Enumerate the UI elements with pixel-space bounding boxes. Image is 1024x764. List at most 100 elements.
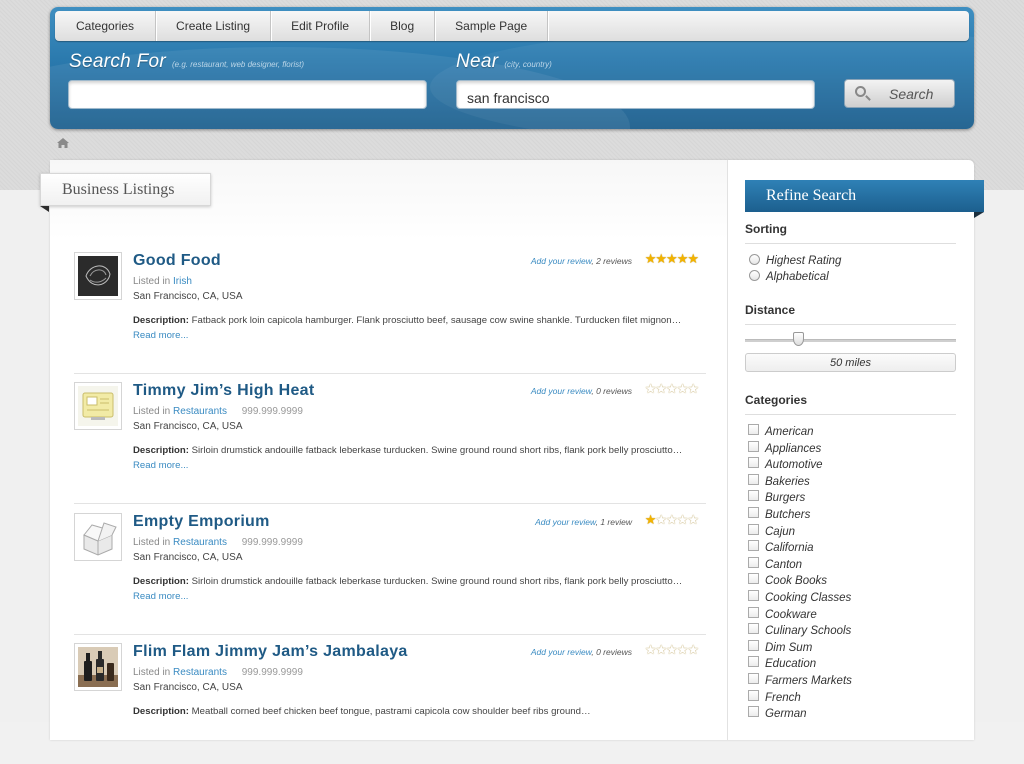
category-label: Burgers xyxy=(765,492,806,505)
listing-thumbnail[interactable] xyxy=(74,513,122,561)
star-empty-icon[interactable]: ★ xyxy=(687,381,699,396)
category-label: Butchers xyxy=(765,509,811,521)
category-option[interactable]: Appliances xyxy=(748,440,821,457)
star-empty-icon[interactable]: ★ xyxy=(687,512,699,527)
category-checkbox[interactable] xyxy=(748,623,759,635)
star-empty-icon[interactable]: ★ xyxy=(655,381,667,396)
category-option[interactable]: Bakeries xyxy=(748,473,810,490)
nav-item-categories[interactable]: Categories xyxy=(55,11,157,41)
sidebar-heading-fold xyxy=(974,212,984,218)
category-checkbox[interactable] xyxy=(748,457,759,469)
category-option[interactable]: Farmers Markets xyxy=(748,673,852,689)
nav-item-blog[interactable]: Blog xyxy=(370,11,436,41)
star-empty-icon[interactable]: ★ xyxy=(655,512,667,527)
category-checkbox[interactable] xyxy=(748,606,759,618)
star-empty-icon[interactable]: ★ xyxy=(655,642,667,657)
listing-category-link[interactable]: Restaurants xyxy=(173,406,227,417)
category-checkbox[interactable] xyxy=(748,507,759,518)
star-empty-icon[interactable]: ★ xyxy=(666,512,678,527)
search-button[interactable]: Search xyxy=(844,79,955,108)
distance-slider-track[interactable] xyxy=(745,339,956,342)
category-option[interactable]: California xyxy=(748,540,814,556)
category-option[interactable]: Burgers xyxy=(748,490,805,506)
category-option[interactable]: Education xyxy=(748,656,816,672)
category-checkbox[interactable] xyxy=(748,673,759,684)
listing-category-link[interactable]: Restaurants xyxy=(173,667,227,678)
category-option[interactable]: Culinary Schools xyxy=(748,623,851,639)
sort-option-highest-rating[interactable]: Highest Rating xyxy=(749,254,841,267)
listing-category-line: Listed in Restaurants 999.999.9999 xyxy=(133,406,303,417)
star-empty-icon[interactable]: ★ xyxy=(645,642,657,657)
listing-title[interactable]: Flim Flam Jimmy Jam’s Jambalaya xyxy=(133,643,408,661)
category-checkbox[interactable] xyxy=(748,473,759,485)
listing-category-link[interactable]: Irish xyxy=(173,276,192,287)
search-for-input[interactable] xyxy=(68,80,427,109)
star-empty-icon[interactable]: ★ xyxy=(677,642,689,657)
category-checkbox[interactable] xyxy=(748,424,759,435)
listing-category-link[interactable]: Restaurants xyxy=(173,537,227,548)
listing-thumbnail[interactable] xyxy=(74,643,122,691)
category-checkbox[interactable] xyxy=(748,639,759,651)
star-empty-icon[interactable]: ★ xyxy=(677,381,689,396)
radio-button[interactable] xyxy=(749,254,760,265)
category-option[interactable]: Dim Sum xyxy=(748,639,812,656)
star-filled-icon[interactable]: ★ xyxy=(687,251,699,266)
category-checkbox[interactable] xyxy=(748,656,759,668)
sorting-divider xyxy=(745,243,956,244)
category-option[interactable]: Cooking Classes xyxy=(748,590,851,606)
nav-item-edit-profile[interactable]: Edit Profile xyxy=(271,11,371,41)
category-option[interactable]: Canton xyxy=(748,556,802,573)
category-option[interactable]: German xyxy=(748,706,807,722)
star-empty-icon[interactable]: ★ xyxy=(666,642,678,657)
category-checkbox[interactable] xyxy=(748,440,759,452)
category-checkbox[interactable] xyxy=(748,556,759,568)
category-checkbox[interactable] xyxy=(748,590,759,601)
read-more-link[interactable]: Read more... xyxy=(133,330,188,341)
category-option[interactable]: Cook Books xyxy=(748,573,827,589)
listing-title[interactable]: Timmy Jim’s High Heat xyxy=(133,382,314,400)
listing-title[interactable]: Good Food xyxy=(133,252,221,270)
star-filled-icon[interactable]: ★ xyxy=(645,512,657,527)
distance-value: 50 miles xyxy=(745,353,956,372)
star-empty-icon[interactable]: ★ xyxy=(687,642,699,657)
radio-button[interactable] xyxy=(749,270,760,281)
add-review-link[interactable]: Add your review xyxy=(535,517,595,527)
category-option[interactable]: American xyxy=(748,424,814,440)
home-icon[interactable] xyxy=(57,138,69,148)
star-empty-icon[interactable]: ★ xyxy=(645,381,657,396)
category-checkbox[interactable] xyxy=(748,523,759,535)
category-option[interactable]: Automotive xyxy=(748,457,823,473)
description-label: Description: xyxy=(133,576,189,587)
category-checkbox[interactable] xyxy=(748,706,759,718)
distance-slider-handle[interactable] xyxy=(792,332,804,346)
category-option[interactable]: Cajun xyxy=(748,523,795,540)
open-box-icon xyxy=(78,517,118,557)
category-checkbox[interactable] xyxy=(748,573,759,585)
nav-item-sample-page[interactable]: Sample Page xyxy=(435,11,549,41)
listing-thumbnail[interactable] xyxy=(74,382,122,430)
category-checkbox[interactable] xyxy=(748,540,759,552)
nav-item-create-listing[interactable]: Create Listing xyxy=(156,11,272,41)
category-option[interactable]: Cookware xyxy=(748,606,817,623)
category-checkbox[interactable] xyxy=(748,689,759,701)
read-more-link[interactable]: Read more... xyxy=(133,460,188,471)
column-divider xyxy=(727,160,728,740)
category-checkbox[interactable] xyxy=(748,490,759,502)
review-count: , 2 reviews xyxy=(591,256,632,266)
near-input[interactable]: san francisco xyxy=(456,80,815,109)
add-review-link[interactable]: Add your review xyxy=(531,386,591,396)
read-more-link[interactable]: Read more... xyxy=(133,591,188,602)
sort-option-alphabetical[interactable]: Alphabetical xyxy=(749,270,829,283)
listing-thumbnail[interactable] xyxy=(74,252,122,300)
star-filled-icon[interactable]: ★ xyxy=(655,251,667,266)
listing-title[interactable]: Empty Emporium xyxy=(133,513,270,531)
category-option[interactable]: Butchers xyxy=(748,507,810,523)
star-filled-icon[interactable]: ★ xyxy=(677,251,689,266)
add-review-link[interactable]: Add your review xyxy=(531,256,591,266)
star-empty-icon[interactable]: ★ xyxy=(677,512,689,527)
add-review-link[interactable]: Add your review xyxy=(531,647,591,657)
star-empty-icon[interactable]: ★ xyxy=(666,381,678,396)
star-filled-icon[interactable]: ★ xyxy=(645,251,657,266)
star-filled-icon[interactable]: ★ xyxy=(666,251,678,266)
category-option[interactable]: French xyxy=(748,689,801,706)
